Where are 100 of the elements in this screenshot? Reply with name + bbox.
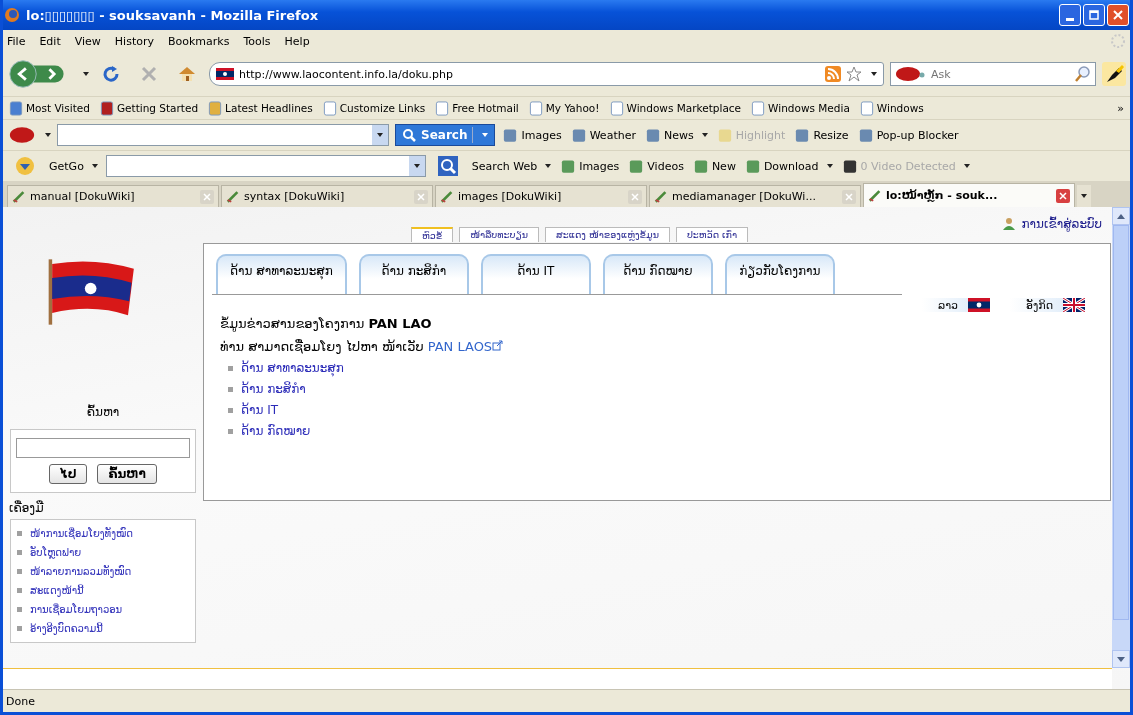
search-field[interactable]	[57, 124, 389, 146]
search-button[interactable]: Search	[395, 124, 496, 146]
toolbar-button[interactable]: News	[643, 127, 710, 143]
dropdown-button[interactable]	[408, 156, 425, 176]
square-icon	[745, 158, 760, 174]
bookmark-item[interactable]: Free Hotmail	[435, 100, 519, 116]
toolbar-button[interactable]: Pop-up Blocker	[856, 127, 961, 143]
category-link[interactable]: ດ້ານ IT	[241, 400, 279, 421]
menu-item[interactable]: History	[114, 34, 154, 48]
browser-tab[interactable]: manual [DokuWiki]	[7, 185, 219, 207]
scrollbar-thumb[interactable]	[1113, 225, 1129, 620]
menu-item[interactable]: View	[74, 34, 101, 48]
feed-icon[interactable]	[825, 66, 841, 82]
scroll-up-button[interactable]	[1112, 207, 1130, 225]
category-link[interactable]: ດ້ານ ກົດໝາຍ	[241, 421, 311, 442]
star-icon[interactable]	[846, 66, 862, 82]
toolbar-button[interactable]: Images	[501, 127, 564, 143]
square-icon	[693, 158, 708, 174]
square-icon	[645, 127, 660, 143]
tool-link[interactable]: ໜ້າການເຊື່ອມໂຍງທັງໝົດ	[30, 524, 133, 543]
tool-link[interactable]: ອ້າງອີງບົດຄວາມນີ້	[30, 619, 103, 638]
browser-tab[interactable]: mediamanager [DokuWi...	[649, 185, 861, 207]
bookmark-item[interactable]: Windows Media	[751, 100, 850, 116]
bookmark-item[interactable]: Getting Started	[99, 100, 199, 116]
caret-icon[interactable]	[871, 72, 877, 76]
category-tab[interactable]: ດ້ານ ສາທາລະນະສຸກ	[216, 254, 347, 294]
search-field[interactable]	[16, 438, 190, 458]
bookmark-item[interactable]: Customize Links	[322, 100, 426, 116]
window-title: lo:▯▯▯▯▯▯▯ - souksavanh - Mozilla Firefox	[26, 7, 320, 23]
toolbar-button[interactable]: Search Web	[469, 159, 554, 173]
tab-list-button[interactable]	[1077, 185, 1091, 207]
search-icon[interactable]	[437, 156, 458, 176]
go-button[interactable]: ໄປ	[49, 464, 88, 484]
scroll-down-button[interactable]	[1112, 650, 1130, 668]
browser-tab[interactable]: syntax [DokuWiki]	[221, 185, 433, 207]
flag-icon	[216, 68, 234, 80]
ask-logo-icon	[895, 66, 925, 82]
caret-icon[interactable]	[83, 72, 89, 76]
home-icon[interactable]	[177, 64, 197, 84]
category-tab[interactable]: ດ້ານ ກະສິກຳ	[358, 254, 469, 294]
tools-heading: ເຄື່ອງມື	[9, 501, 44, 515]
maximize-button[interactable]	[1083, 4, 1105, 26]
bookmark-item[interactable]: My Yahoo!	[528, 100, 600, 116]
tool-link[interactable]: ການເຊື່ອມໂຍມຖາວອນ	[30, 600, 123, 619]
search-icon[interactable]	[1075, 66, 1091, 82]
search-button[interactable]: ຄົ້ນຫາ	[97, 464, 157, 484]
menu-item[interactable]: File	[7, 34, 26, 48]
tool-link[interactable]: ສະແດງໜ້ານີ້	[30, 581, 84, 600]
browser-tab[interactable]: images [DokuWiki]	[435, 185, 647, 207]
toolbar-button[interactable]: New	[691, 158, 738, 174]
bookmark-item[interactable]: Latest Headlines	[208, 100, 313, 116]
getgo-logo-icon[interactable]	[15, 156, 35, 176]
browser-tab[interactable]: lo:ໜ້າຫຼັກ - souk...	[863, 183, 1075, 207]
bullet-icon	[17, 626, 22, 631]
page-icon	[435, 100, 450, 116]
category-link[interactable]: ດ້ານ ສາທາລະນະສຸກ	[241, 358, 344, 379]
dropdown-button[interactable]	[372, 125, 388, 145]
toolbar-button[interactable]: Weather	[569, 127, 638, 143]
tool-link[interactable]: ອັບໂຫຼດຟາຍ	[30, 543, 82, 562]
page-tab[interactable]: ຫົວຂໍ້	[411, 227, 454, 242]
category-tab[interactable]: ດ້ານ ກົດໝາຍ	[602, 254, 713, 294]
caret-icon[interactable]	[45, 133, 51, 137]
status-text: Done	[6, 694, 35, 708]
login-link[interactable]: ການເຂົ້າສູ່ລະບົບ	[1001, 217, 1102, 231]
page-tab[interactable]: ໜ້າລືບທະບຽນ	[459, 227, 539, 242]
reload-icon[interactable]	[101, 64, 121, 84]
toolbar-button[interactable]: Images	[559, 158, 622, 174]
category-tab[interactable]: ກ່ຽວກັບໂຄງການ	[724, 254, 835, 294]
square-icon	[629, 158, 644, 174]
getgo-menu[interactable]: GetGo	[47, 159, 100, 173]
ask-logo-icon[interactable]	[9, 125, 35, 145]
bullet-icon	[228, 408, 233, 413]
toolbar-button[interactable]: Download	[743, 158, 835, 174]
page-tab[interactable]: ສະແດງ ໜ້າຂອງແຫຼ່ງຂໍ້ມູນ	[545, 227, 670, 242]
address-field[interactable]: http://www.laocontent.info.la/doku.php	[209, 62, 884, 86]
page-tab[interactable]: ປະຫວັດ ເກົ່າ	[675, 227, 749, 242]
bookmark-item[interactable]: Windows Marketplace	[609, 100, 742, 116]
search-box[interactable]: Ask	[890, 62, 1096, 86]
menu-item[interactable]: Tools	[243, 34, 271, 48]
close-tab-button[interactable]	[1056, 188, 1070, 203]
page-icon	[208, 100, 223, 116]
search-field[interactable]	[105, 155, 426, 177]
category-link[interactable]: ດ້ານ ກະສິກຳ	[241, 379, 306, 400]
category-tab[interactable]: ດ້ານ IT	[480, 254, 591, 294]
bullet-icon	[17, 550, 22, 555]
minimize-button[interactable]	[1059, 4, 1081, 26]
close-button[interactable]	[1107, 4, 1129, 26]
bookmark-item[interactable]: Windows	[859, 100, 924, 116]
more-bookmarks-button[interactable]: »	[1117, 101, 1124, 115]
menu-item[interactable]: Bookmarks	[168, 34, 230, 48]
menu-item[interactable]: Help	[284, 34, 310, 48]
toolbar-button[interactable]: Resize	[793, 127, 851, 143]
toolbar-button[interactable]: Videos	[627, 158, 686, 174]
menu-item[interactable]: Edit	[39, 34, 61, 48]
page-icon	[609, 100, 624, 116]
bookmark-item[interactable]: Most Visited	[9, 100, 90, 116]
external-link[interactable]: PAN LAOS	[427, 339, 504, 354]
highlighter-icon[interactable]	[1102, 62, 1126, 86]
bullet-icon	[17, 588, 22, 593]
tool-link[interactable]: ໜ້າລາຍການລວມທັງໝົດ	[30, 562, 132, 581]
